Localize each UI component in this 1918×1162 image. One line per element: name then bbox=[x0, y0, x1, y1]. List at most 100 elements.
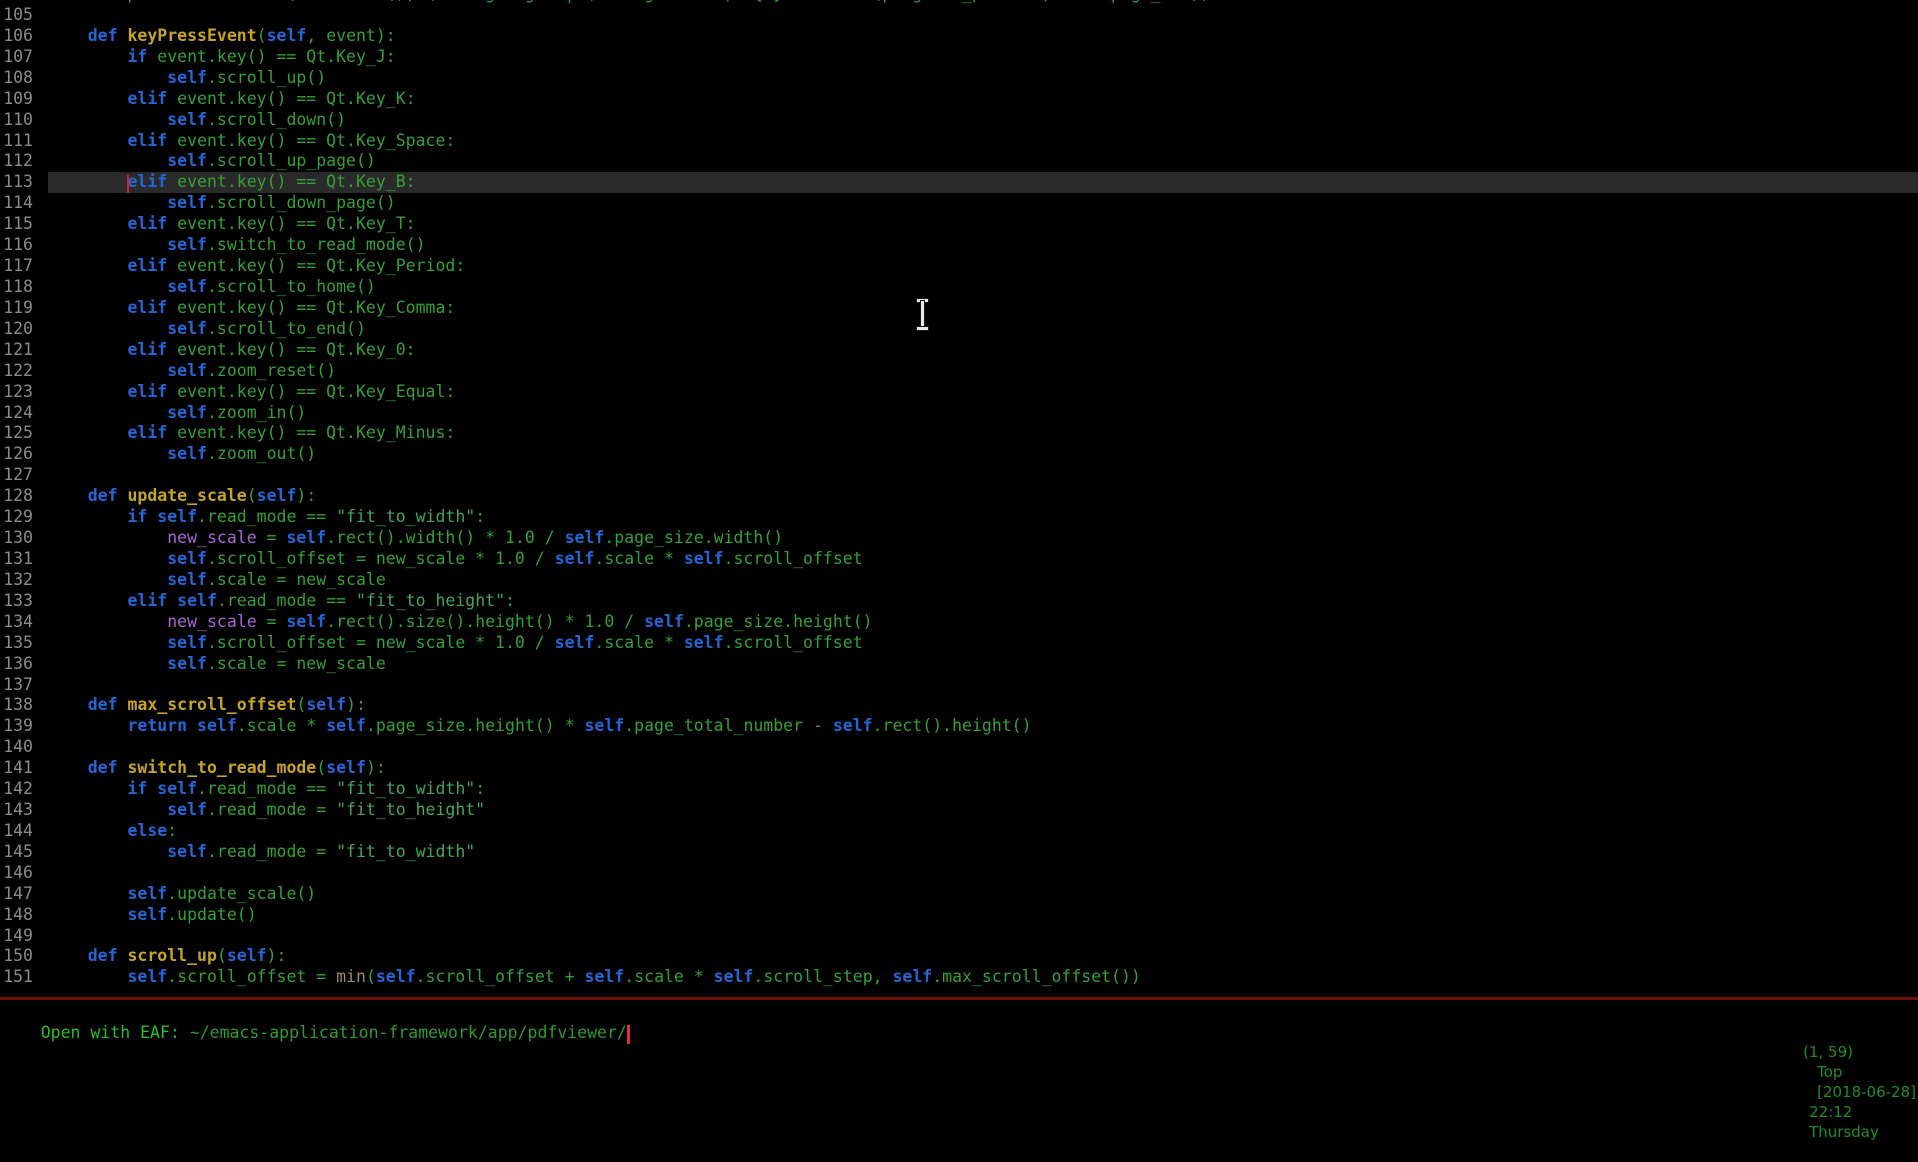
code-line[interactable]: 131 self.scroll_offset = new_scale * 1.0… bbox=[0, 549, 1918, 570]
token: self bbox=[286, 528, 326, 547]
code-line[interactable]: 110 self.scroll_down() bbox=[0, 110, 1918, 131]
token: event.key() == Qt.Key_Equal: bbox=[167, 382, 455, 401]
code-line[interactable]: 147 self.update_scale() bbox=[0, 884, 1918, 905]
code-line[interactable]: 136 self.scale = new_scale bbox=[0, 654, 1918, 675]
token: .scroll_offset = new_scale * 1.0 / bbox=[207, 549, 555, 568]
line-number: 132 bbox=[0, 570, 33, 591]
code-line[interactable]: 143 self.read_mode = "fit_to_height" bbox=[0, 800, 1918, 821]
token: if bbox=[127, 507, 147, 526]
code-text: elif event.key() == Qt.Key_Comma: bbox=[48, 298, 1918, 319]
code-line[interactable]: 133 elif self.read_mode == "fit_to_heigh… bbox=[0, 591, 1918, 612]
line-number: 150 bbox=[0, 946, 33, 967]
minibuffer[interactable]: Open with EAF: ~/emacs-application-frame… bbox=[0, 997, 1918, 1037]
token: ( bbox=[316, 758, 326, 777]
token: .switch_to_read_mode() bbox=[207, 235, 426, 254]
code-line[interactable]: 137 bbox=[0, 675, 1918, 696]
token: self bbox=[167, 549, 207, 568]
line-number: 127 bbox=[0, 465, 33, 486]
code-line[interactable]: 116 self.switch_to_read_mode() bbox=[0, 235, 1918, 256]
code-line[interactable]: 113 elif event.key() == Qt.Key_B: bbox=[0, 172, 1918, 193]
code-line[interactable]: 128 def update_scale(self): bbox=[0, 486, 1918, 507]
code-line[interactable]: 138 def max_scroll_offset(self): bbox=[0, 695, 1918, 716]
token bbox=[48, 110, 167, 129]
token: self bbox=[684, 633, 724, 652]
code-line[interactable]: 148 self.update() bbox=[0, 905, 1918, 926]
code-line[interactable]: 121 elif event.key() == Qt.Key_0: bbox=[0, 340, 1918, 361]
token: "fit_to_width" bbox=[336, 842, 475, 861]
code-line[interactable]: 140 bbox=[0, 737, 1918, 758]
code-line[interactable]: 108 self.scroll_up() bbox=[0, 68, 1918, 89]
code-line[interactable]: 129 if self.read_mode == "fit_to_width": bbox=[0, 507, 1918, 528]
code-editor[interactable]: painter.drawText(self.rect(), Qt.AlignRi… bbox=[0, 0, 1918, 997]
code-line[interactable]: 118 self.scroll_to_home() bbox=[0, 277, 1918, 298]
line-number: 113 bbox=[0, 172, 33, 193]
code-line[interactable]: 105 bbox=[0, 5, 1918, 26]
code-line[interactable]: 114 self.scroll_down_page() bbox=[0, 193, 1918, 214]
token bbox=[48, 298, 127, 317]
code-line[interactable]: 107 if event.key() == Qt.Key_J: bbox=[0, 47, 1918, 68]
token: new_scale bbox=[167, 612, 256, 631]
token: .read_mode == bbox=[197, 507, 336, 526]
minibuffer-line[interactable]: Open with EAF: ~/emacs-application-frame… bbox=[0, 1000, 1918, 1022]
token: self bbox=[326, 716, 366, 735]
code-line[interactable]: 150 def scroll_up(self): bbox=[0, 946, 1918, 967]
code-line[interactable]: 106 def keyPressEvent(self, event): bbox=[0, 26, 1918, 47]
token: .scale = new_scale bbox=[207, 654, 386, 673]
line-number: 136 bbox=[0, 654, 33, 675]
token bbox=[48, 172, 127, 191]
code-text: self.read_mode = "fit_to_width" bbox=[48, 842, 1918, 863]
token: : bbox=[505, 591, 515, 610]
code-text bbox=[48, 5, 1918, 26]
code-line[interactable]: 123 elif event.key() == Qt.Key_Equal: bbox=[0, 382, 1918, 403]
token: ( bbox=[257, 26, 267, 45]
code-text bbox=[48, 465, 1918, 486]
code-line[interactable]: 146 bbox=[0, 863, 1918, 884]
code-text: self.update() bbox=[48, 905, 1918, 926]
token: def bbox=[88, 26, 118, 45]
line-number: 145 bbox=[0, 842, 33, 863]
token: .page_size.height() bbox=[684, 612, 873, 631]
token: .zoom_out() bbox=[207, 444, 316, 463]
code-line[interactable]: 135 self.scroll_offset = new_scale * 1.0… bbox=[0, 633, 1918, 654]
code-text bbox=[48, 737, 1918, 758]
code-text: elif event.key() == Qt.Key_Period: bbox=[48, 256, 1918, 277]
code-text: elif event.key() == Qt.Key_Minus: bbox=[48, 423, 1918, 444]
code-text: self.scroll_to_end() bbox=[48, 319, 1918, 340]
code-line[interactable]: 117 elif event.key() == Qt.Key_Period: bbox=[0, 256, 1918, 277]
code-text: elif event.key() == Qt.Key_B: bbox=[48, 172, 1918, 193]
code-line[interactable]: 115 elif event.key() == Qt.Key_T: bbox=[0, 214, 1918, 235]
code-line[interactable]: 125 elif event.key() == Qt.Key_Minus: bbox=[0, 423, 1918, 444]
token: .scale * bbox=[594, 633, 683, 652]
token bbox=[48, 256, 127, 275]
code-line[interactable]: 130 new_scale = self.rect().width() * 1.… bbox=[0, 528, 1918, 549]
code-line[interactable]: 109 elif event.key() == Qt.Key_K: bbox=[0, 89, 1918, 110]
line-number: 105 bbox=[0, 5, 33, 26]
code-line[interactable]: 149 bbox=[0, 926, 1918, 947]
token: ): bbox=[346, 695, 366, 714]
code-line[interactable]: 120 self.scroll_to_end() bbox=[0, 319, 1918, 340]
code-line[interactable]: 119 elif event.key() == Qt.Key_Comma: bbox=[0, 298, 1918, 319]
token bbox=[48, 821, 127, 840]
line-number: 106 bbox=[0, 26, 33, 47]
code-line[interactable]: 144 else: bbox=[0, 821, 1918, 842]
line-number: 115 bbox=[0, 214, 33, 235]
code-line[interactable]: 151 self.scroll_offset = min(self.scroll… bbox=[0, 967, 1918, 988]
code-line[interactable]: 111 elif event.key() == Qt.Key_Space: bbox=[0, 131, 1918, 152]
minibuffer-input[interactable]: ~/emacs-application-framework/app/pdfvie… bbox=[190, 1023, 627, 1042]
code-line[interactable]: 142 if self.read_mode == "fit_to_width": bbox=[0, 779, 1918, 800]
code-line[interactable]: 134 new_scale = self.rect().size().heigh… bbox=[0, 612, 1918, 633]
code-line[interactable]: 126 self.zoom_out() bbox=[0, 444, 1918, 465]
code-line[interactable]: 139 return self.scale * self.page_size.h… bbox=[0, 716, 1918, 737]
code-line[interactable]: 132 self.scale = new_scale bbox=[0, 570, 1918, 591]
token: "fit_to_height" bbox=[356, 591, 505, 610]
code-text: self.read_mode = "fit_to_height" bbox=[48, 800, 1918, 821]
code-line[interactable]: 122 self.zoom_reset() bbox=[0, 361, 1918, 382]
code-line[interactable]: 124 self.zoom_in() bbox=[0, 403, 1918, 424]
code-line[interactable]: 127 bbox=[0, 465, 1918, 486]
code-line[interactable]: 141 def switch_to_read_mode(self): bbox=[0, 758, 1918, 779]
line-number: 148 bbox=[0, 905, 33, 926]
code-line[interactable]: 145 self.read_mode = "fit_to_width" bbox=[0, 842, 1918, 863]
code-line[interactable]: 112 self.scroll_up_page() bbox=[0, 151, 1918, 172]
token bbox=[48, 423, 127, 442]
token: self bbox=[167, 151, 207, 170]
